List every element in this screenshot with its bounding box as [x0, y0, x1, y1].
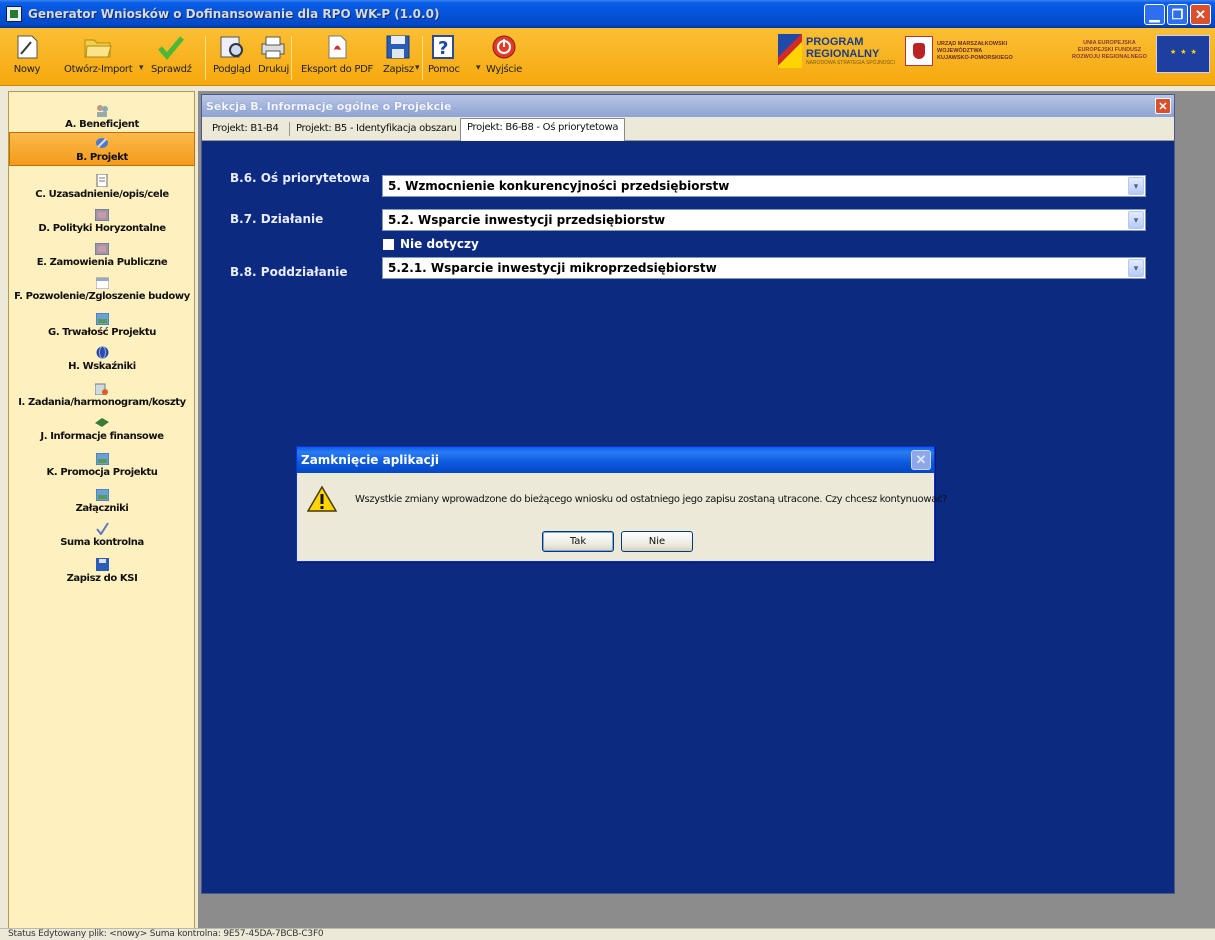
- warning-icon: [307, 485, 337, 512]
- sidebar-item-beneficjent[interactable]: A. Beneficjent: [9, 98, 195, 132]
- check-icon: [95, 522, 109, 535]
- not-applicable-checkbox[interactable]: [383, 238, 394, 250]
- chevron-down-icon[interactable]: ▾: [1128, 259, 1144, 277]
- image-icon: [95, 242, 109, 255]
- sidebar-item-finanse[interactable]: J. Informacje finansowe: [9, 410, 195, 444]
- sidebar-item-projekt[interactable]: B. Projekt: [9, 132, 195, 166]
- sidebar-item-trwalosc[interactable]: G. Trwałość Projektu: [9, 306, 195, 340]
- toolbar-separator: [205, 36, 206, 80]
- b8-subaction-select[interactable]: 5.2.1. Wsparcie inwestycji mikroprzedsię…: [382, 257, 1146, 279]
- save-icon: [383, 32, 413, 62]
- save-button[interactable]: Zapisz: [383, 32, 414, 75]
- section-title-bar: Sekcja B. Informacje ogólne o Projekcie …: [202, 95, 1174, 117]
- exit-icon: [489, 32, 519, 62]
- tasks-icon: [95, 382, 109, 395]
- help-icon: ?: [429, 32, 459, 62]
- open-import-button[interactable]: Otwórz-Import: [64, 32, 133, 75]
- sidebar-item-polityki[interactable]: D. Polityki Horyzontalne: [9, 202, 195, 236]
- new-button[interactable]: Nowy: [12, 32, 42, 75]
- dialog-close-button[interactable]: ✕: [911, 450, 931, 470]
- export-pdf-button[interactable]: Eksport do PDF: [301, 32, 373, 75]
- calendar-icon: [95, 276, 109, 289]
- sidebar-item-promocja[interactable]: K. Promocja Projektu: [9, 446, 195, 480]
- window-titlebar: Generator Wniosków o Dofinansowanie dla …: [0, 0, 1215, 28]
- toolbar-separator: [291, 36, 292, 80]
- exit-button[interactable]: Wyjście: [486, 32, 522, 75]
- toolbar-separator: [422, 36, 423, 80]
- no-button[interactable]: Nie: [621, 531, 693, 552]
- urzad-marszalkowski-logo: URZĄD MARSZAŁKOWSKI WOJEWÓDZTWA KUJAWSKO…: [905, 36, 1013, 66]
- tab-b5[interactable]: Projekt: B5 - Identyfikacja obszaru: [289, 120, 463, 140]
- minimize-button[interactable]: ▁: [1144, 4, 1165, 25]
- picture-icon: [95, 312, 109, 325]
- maximize-button[interactable]: ❐: [1167, 4, 1188, 25]
- close-app-dialog: Zamknięcie aplikacji ✕ Wszystkie zmiany …: [296, 446, 947, 562]
- save-dropdown-arrow[interactable]: ▾: [415, 62, 420, 73]
- picture-icon: [95, 488, 109, 501]
- people-icon: [95, 104, 109, 117]
- print-icon: [258, 32, 288, 62]
- sidebar-item-zamowienia[interactable]: E. Zamowienia Publiczne: [9, 236, 195, 270]
- pdf-icon: [322, 32, 352, 62]
- b7-action-select[interactable]: 5.2. Wsparcie inwestycji przedsiębiorstw…: [382, 209, 1146, 231]
- sidebar-item-wskazniki[interactable]: H. Wskaźniki: [9, 340, 195, 374]
- sidebar-item-suma-kontrolna[interactable]: Suma kontrolna: [9, 516, 195, 550]
- dialog-message: Wszystkie zmiany wprowadzone do bieżąceg…: [355, 494, 948, 505]
- window-title: Generator Wniosków o Dofinansowanie dla …: [28, 7, 440, 21]
- b6-label: B.6. Oś priorytetowa: [230, 171, 370, 185]
- image-icon: [95, 208, 109, 221]
- sidebar-item-zalaczniki[interactable]: Załączniki: [9, 482, 195, 516]
- sidebar-item-zapisz-ksi[interactable]: Zapisz do KSI: [9, 552, 195, 586]
- sidebar-item-zadania[interactable]: I. Zadania/harmonogram/koszty: [9, 376, 195, 410]
- globe-icon: [95, 346, 109, 359]
- help-button[interactable]: ? Pomoc: [428, 32, 460, 75]
- money-icon: [95, 416, 109, 429]
- yes-button[interactable]: Tak: [542, 531, 614, 552]
- section-title: Sekcja B. Informacje ogólne o Projekcie: [206, 99, 452, 113]
- checkmark-icon: [156, 32, 186, 62]
- help-dropdown-arrow[interactable]: ▾: [476, 62, 481, 73]
- dialog-title: Zamknięcie aplikacji: [301, 453, 439, 467]
- print-button[interactable]: Drukuj: [258, 32, 289, 75]
- status-bar: Status Edytowany plik: <nowy> Suma kontr…: [0, 928, 1215, 940]
- save-ksi-icon: [95, 558, 109, 571]
- dialog-title-bar: Zamknięcie aplikacji ✕: [297, 447, 934, 473]
- folder-open-icon: [83, 32, 113, 62]
- b6-priority-axis-select[interactable]: 5. Wzmocnienie konkurencyjności przedsię…: [382, 175, 1146, 197]
- app-icon: [6, 6, 22, 22]
- b8-label: B.8. Poddziałanie: [230, 265, 348, 279]
- main-toolbar: Nowy Otwórz-Import ▾ Sprawdź Podgląd Dru…: [0, 28, 1215, 86]
- section-tabs: Projekt: B1-B4 Projekt: B5 - Identyfikac…: [202, 117, 1174, 141]
- section-sidebar: A. Beneficjent B. Projekt C. Uzasadnieni…: [8, 91, 195, 929]
- window-close-button[interactable]: ✕: [1190, 4, 1211, 25]
- sidebar-item-pozwolenie[interactable]: F. Pozwolenie/Zgloszenie budowy: [9, 270, 195, 304]
- sidebar-item-uzasadnienie[interactable]: C. Uzasadnienie/opis/cele: [9, 168, 195, 202]
- chevron-down-icon[interactable]: ▾: [1128, 211, 1144, 229]
- open-dropdown-arrow[interactable]: ▾: [139, 62, 144, 73]
- tools-icon: [95, 137, 109, 150]
- program-regionalny-logo: PROGRAM REGIONALNY NARODOWA STRATEGIA SP…: [778, 34, 895, 68]
- preview-icon: [217, 32, 247, 62]
- check-button[interactable]: Sprawdź: [151, 32, 192, 75]
- section-close-button[interactable]: ✕: [1155, 98, 1171, 114]
- chevron-down-icon[interactable]: ▾: [1128, 177, 1144, 195]
- picture-icon: [95, 452, 109, 465]
- document-icon: [95, 174, 109, 187]
- eu-flag-icon: [1156, 35, 1210, 73]
- tab-b1-b4[interactable]: Projekt: B1-B4: [206, 120, 285, 140]
- status-text: Status Edytowany plik: <nowy> Suma kontr…: [8, 929, 324, 939]
- ue-logo-text: UNIA EUROPEJSKA EUROPEJSKI FUNDUSZ ROZWO…: [1072, 40, 1147, 60]
- coat-of-arms-icon: [905, 36, 933, 66]
- tab-b6-b8[interactable]: Projekt: B6-B8 - Oś priorytetowa: [460, 118, 626, 141]
- preview-button[interactable]: Podgląd: [213, 32, 251, 75]
- new-document-icon: [12, 32, 42, 62]
- svg-text:?: ?: [438, 38, 448, 59]
- window-controls: ▁ ❐ ✕: [1144, 4, 1211, 25]
- not-applicable-row[interactable]: Nie dotyczy: [383, 237, 479, 251]
- b7-label: B.7. Działanie: [230, 212, 324, 226]
- not-applicable-label: Nie dotyczy: [400, 237, 479, 251]
